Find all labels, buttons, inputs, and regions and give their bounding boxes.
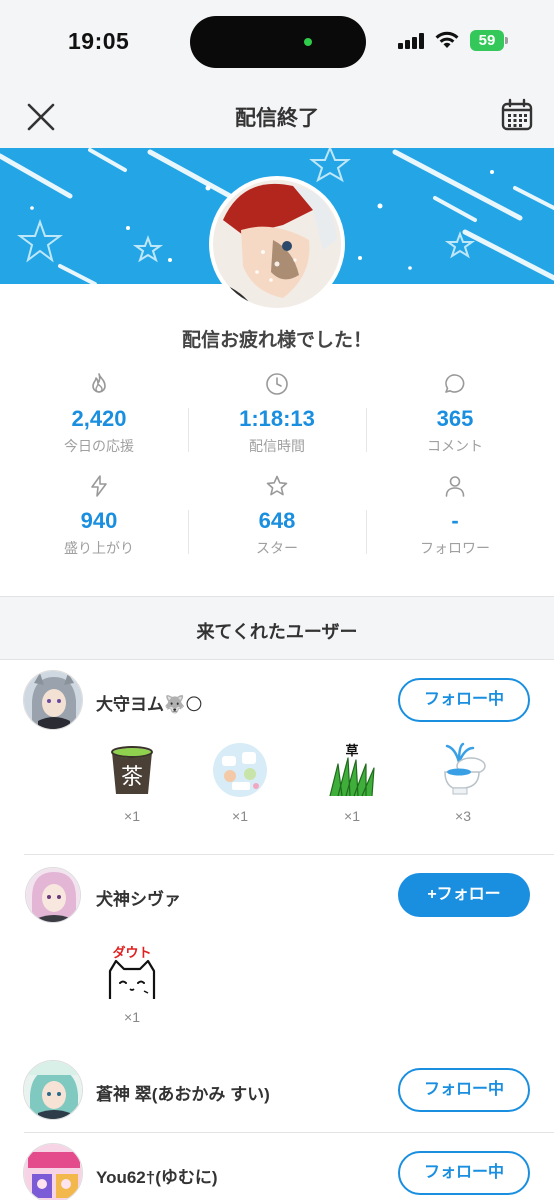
- fire-icon: [92, 373, 106, 393]
- tea-label: 茶: [121, 765, 143, 790]
- streamer-avatar-image: [213, 180, 341, 308]
- doubt-label: ダウト: [112, 945, 151, 961]
- tea-cup-icon: 茶: [111, 746, 153, 794]
- stat-label: 配信時間: [249, 438, 305, 454]
- user-name[interactable]: 大守ヨム🐺🌕: [96, 690, 203, 715]
- visitor-row: 蒼神 翠(あおかみ すい) フォロー中: [0, 1050, 554, 1132]
- gift-count: ×1: [232, 808, 248, 824]
- avatar[interactable]: [23, 1143, 83, 1200]
- gift-count: ×1: [344, 808, 360, 824]
- avatar-image: [24, 1144, 82, 1200]
- gift-count: ×3: [455, 808, 471, 824]
- battery-icon: 59: [470, 30, 508, 51]
- visitor-row: 大守ヨム🐺🌕 フォロー中 茶 ×1 ×1 草 ×1 ×3: [0, 660, 554, 854]
- gift-item: ダウト ×1: [100, 943, 164, 1033]
- comment-icon: [445, 374, 465, 393]
- stat-value: 2,420: [71, 406, 127, 431]
- stat-excitement: 940 盛り上がり: [10, 470, 188, 570]
- avatar[interactable]: [23, 670, 83, 730]
- grass-label: 草: [345, 743, 358, 759]
- status-bar: 19:05 59: [0, 0, 554, 86]
- user-name[interactable]: 犬神シヴァ: [96, 885, 181, 910]
- stat-label: 盛り上がり: [64, 540, 134, 556]
- stat-value: 365: [436, 406, 474, 431]
- stat-value: 940: [80, 508, 118, 533]
- sticker-icon: [213, 743, 267, 797]
- status-time: 19:05: [68, 28, 130, 54]
- following-button[interactable]: フォロー中: [398, 1068, 530, 1112]
- stat-label: フォロワー: [420, 540, 490, 556]
- gift-item: 草 ×1: [320, 742, 384, 832]
- gift-item: ×3: [431, 742, 495, 832]
- stat-value: 1:18:13: [239, 406, 315, 431]
- calendar-icon[interactable]: [500, 98, 534, 132]
- stat-support: 2,420 今日の応援: [10, 368, 188, 468]
- grass-icon: 草: [329, 743, 375, 797]
- visitors-section-header: 来てくれたユーザー: [0, 596, 554, 660]
- wifi-icon: [435, 31, 459, 48]
- lightning-icon: [91, 475, 107, 497]
- stat-label: スター: [256, 540, 298, 556]
- stat-label: コメント: [427, 438, 483, 454]
- user-name[interactable]: 蒼神 翠(あおかみ すい): [96, 1080, 270, 1105]
- avatar-image: [26, 868, 80, 922]
- visitor-row: You62†(ゆむに) フォロー中: [0, 1133, 554, 1200]
- camera-indicator-icon: [304, 38, 312, 46]
- stat-comments: 365 コメント: [366, 368, 544, 468]
- stat-value: -: [451, 508, 459, 533]
- section-title: 来てくれたユーザー: [196, 622, 358, 642]
- person-icon: [445, 476, 465, 497]
- battery-level: 59: [470, 30, 504, 51]
- avatar[interactable]: [25, 867, 81, 923]
- stat-label: 今日の応援: [64, 438, 134, 454]
- streamer-avatar[interactable]: [209, 176, 345, 312]
- avatar-image: [24, 1061, 82, 1119]
- gift-item: 茶 ×1: [100, 742, 164, 832]
- thanks-message: 配信お疲れ様でした！: [181, 330, 372, 351]
- star-icon: [266, 475, 288, 496]
- follow-button[interactable]: +フォロー: [398, 873, 530, 917]
- nav-bar: 配信終了: [0, 86, 554, 148]
- following-button[interactable]: フォロー中: [398, 678, 530, 722]
- toilet-fountain-icon: [444, 742, 486, 795]
- avatar-image: [24, 671, 82, 729]
- visitor-row: 犬神シヴァ +フォロー ダウト ×1: [0, 855, 554, 1051]
- stat-followers: - フォロワー: [366, 470, 544, 570]
- clock-icon: [266, 373, 288, 395]
- doubt-cat-icon: ダウト: [108, 945, 156, 999]
- stat-stars: 648 スター: [188, 470, 366, 570]
- page-title: 配信終了: [235, 107, 319, 130]
- dynamic-island: [190, 16, 366, 68]
- cellular-signal-icon: [398, 33, 428, 49]
- user-name[interactable]: You62†(ゆむに): [96, 1163, 218, 1188]
- gift-count: ×1: [124, 808, 140, 824]
- gift-item: ×1: [208, 742, 272, 832]
- gift-count: ×1: [124, 1009, 140, 1025]
- stat-value: 648: [258, 508, 296, 533]
- stat-stream-time: 1:18:13 配信時間: [188, 368, 366, 468]
- following-button[interactable]: フォロー中: [398, 1151, 530, 1195]
- avatar[interactable]: [23, 1060, 83, 1120]
